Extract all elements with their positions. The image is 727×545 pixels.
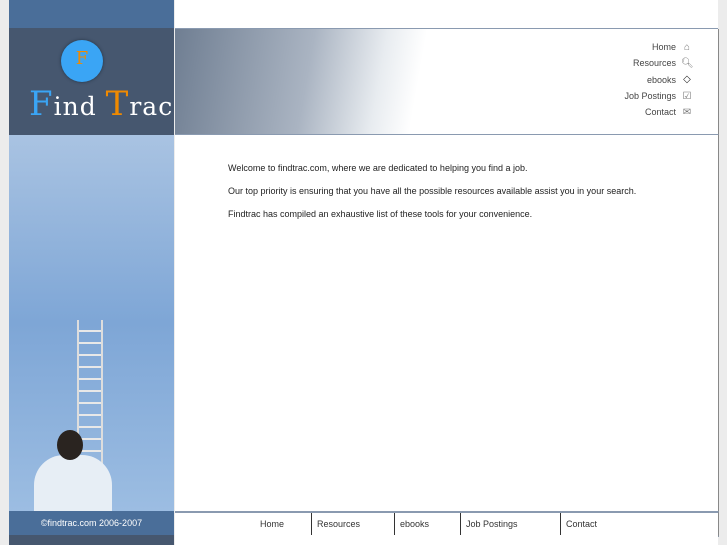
top-bar-left xyxy=(9,0,174,28)
bottom-bar-left xyxy=(9,535,174,545)
tools-text: Findtrac has compiled an exhaustive list… xyxy=(228,209,533,219)
nav-resources[interactable]: Resources 🔍︎ xyxy=(624,55,694,71)
logo[interactable]: F Find Trac xyxy=(9,28,174,135)
footer-link-contact[interactable]: Contact xyxy=(560,513,597,535)
header: Home ⌂ Resources 🔍︎ ebooks ◇ Job Postings ☑ … xyxy=(175,29,719,135)
main-content: Welcome to findtrac.com, where we are de… xyxy=(175,135,719,511)
person-head xyxy=(57,430,83,460)
brand-name: Find Trac xyxy=(29,84,174,124)
search-icon: 🔍︎ xyxy=(681,57,694,69)
welcome-text: Welcome to findtrac.com, where we are de… xyxy=(228,163,528,173)
footer-link-home[interactable]: Home xyxy=(260,513,284,535)
top-nav: Home ⌂ Resources 🔍︎ ebooks ◇ Job Postings ☑ … xyxy=(624,39,693,120)
nav-ebooks[interactable]: ebooks ◇ xyxy=(624,72,693,88)
book-icon: ◇ xyxy=(683,74,691,86)
checkbox-icon: ☑ xyxy=(682,90,692,102)
person-image xyxy=(34,455,112,511)
footer-link-job-postings[interactable]: Job Postings xyxy=(460,513,518,535)
envelope-icon: ✉ xyxy=(682,106,692,118)
footer-nav: Home Resources ebooks Job Postings Conta… xyxy=(175,511,719,537)
footer-link-resources[interactable]: Resources xyxy=(311,513,360,535)
footer-link-ebooks[interactable]: ebooks xyxy=(394,513,429,535)
sidebar-image xyxy=(9,135,174,511)
copyright: ©findtrac.com 2006-2007 xyxy=(9,511,174,535)
priority-text: Our top priority is ensuring that you ha… xyxy=(228,186,637,196)
top-bar xyxy=(175,0,718,29)
bottom-bar xyxy=(175,535,718,545)
home-icon: ⌂ xyxy=(683,41,691,53)
logo-circle-icon: F xyxy=(61,40,103,82)
nav-home[interactable]: Home ⌂ xyxy=(624,39,693,55)
nav-contact[interactable]: Contact ✉ xyxy=(624,104,693,120)
nav-job-postings[interactable]: Job Postings ☑ xyxy=(624,88,693,104)
